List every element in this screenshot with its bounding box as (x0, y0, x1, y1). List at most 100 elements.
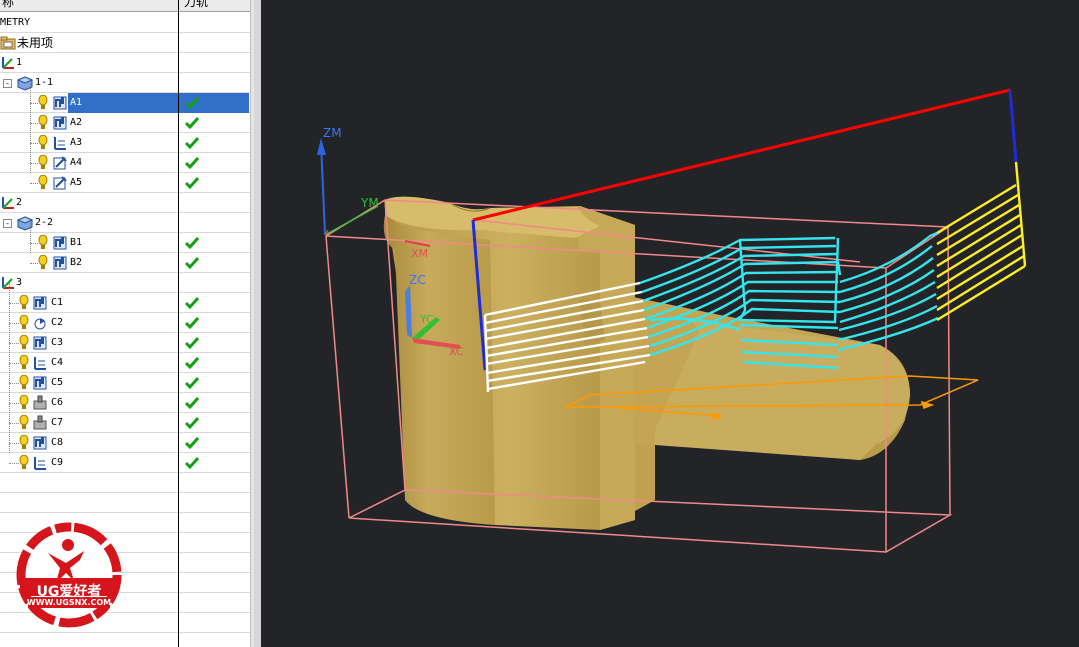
tree-row-c2[interactable]: C2 (0, 313, 250, 333)
zlevel-icon (32, 355, 48, 371)
mcs-icon (0, 275, 16, 291)
tree-connector (30, 223, 31, 253)
contour-icon (52, 175, 68, 191)
cavity-icon (32, 375, 48, 391)
xm-label: XM (411, 247, 428, 260)
navigator-header: 称 刀轨 (0, 0, 250, 12)
visibility-bulb-icon[interactable] (19, 354, 29, 371)
visibility-bulb-icon[interactable] (38, 114, 48, 131)
cavity-icon (52, 235, 68, 251)
toolpath-ok-icon (184, 355, 200, 371)
tree-row-label: 1 (16, 57, 23, 68)
toolpath-ok-icon (184, 255, 200, 271)
column-header-name[interactable]: 称 (2, 0, 14, 11)
tree-row-label: B1 (70, 237, 83, 248)
ugsnx-logo: UG爱好者 WWW.UGSNX.COM (10, 515, 128, 635)
visibility-bulb-icon[interactable] (19, 414, 29, 431)
tree-connector (30, 83, 31, 173)
tree-row-label: A4 (70, 157, 83, 168)
tree-row-c9[interactable]: C9 (0, 453, 250, 473)
toolpath-ok-icon (184, 155, 200, 171)
tree-row-label: C7 (51, 417, 64, 428)
contour-icon (52, 155, 68, 171)
visibility-bulb-icon[interactable] (38, 174, 48, 191)
visibility-bulb-icon[interactable] (19, 394, 29, 411)
toolpath-ok-icon (184, 435, 200, 451)
tree-row-c3[interactable]: C3 (0, 333, 250, 353)
tree-row-c5[interactable]: C5 (0, 373, 250, 393)
zm-axis-triad (317, 138, 379, 236)
tree-row-label: C8 (51, 437, 64, 448)
tree-row-geometry[interactable]: METRY (0, 13, 250, 33)
empty-row (0, 473, 250, 493)
graphics-viewport[interactable]: ZM YM XM ZC YC XC (261, 0, 1079, 647)
tree-row-a3[interactable]: A3 (0, 133, 250, 153)
tree-row-label: C6 (51, 397, 64, 408)
mcs-icon (0, 195, 16, 211)
zc-label: ZC (409, 273, 426, 287)
zlevel-icon (32, 455, 48, 471)
visibility-bulb-icon[interactable] (38, 254, 48, 271)
folder-icon (0, 35, 16, 51)
toolpath-ok-icon (184, 455, 200, 471)
tree-row-g1[interactable]: 1 (0, 53, 250, 73)
tree-row-a4[interactable]: A4 (0, 153, 250, 173)
visibility-bulb-icon[interactable] (38, 134, 48, 151)
visibility-bulb-icon[interactable] (19, 374, 29, 391)
tree-row-c6[interactable]: C6 (0, 393, 250, 413)
toolpath-ok-icon (184, 415, 200, 431)
visibility-bulb-icon[interactable] (19, 334, 29, 351)
tree-row-c4[interactable]: C4 (0, 353, 250, 373)
visibility-bulb-icon[interactable] (38, 154, 48, 171)
tree-row-g1-1[interactable]: - 1-1 (0, 73, 250, 93)
tree-row-label: 3 (16, 277, 23, 288)
logo-url-text: WWW.UGSNX.COM (26, 598, 112, 607)
tree-row-c8[interactable]: C8 (0, 433, 250, 453)
tree-row-a2[interactable]: A2 (0, 113, 250, 133)
cavity-icon (52, 255, 68, 271)
tree-row-g2-2[interactable]: - 2-2 (0, 213, 250, 233)
toolpath-ok-icon (184, 375, 200, 391)
tree-row-c7[interactable]: C7 (0, 413, 250, 433)
column-header-toolpath[interactable]: 刀轨 (184, 0, 208, 11)
ym-label: YM (360, 196, 379, 210)
cavity-icon (32, 435, 48, 451)
visibility-bulb-icon[interactable] (19, 454, 29, 471)
tree-row-c1[interactable]: C1 (0, 293, 250, 313)
mill-icon (32, 415, 48, 431)
tree-row-g2[interactable]: 2 (0, 193, 250, 213)
tree-row-label: 未用项 (17, 36, 54, 50)
visibility-bulb-icon[interactable] (38, 94, 48, 111)
tree-row-a5[interactable]: A5 (0, 173, 250, 193)
tree-row-label: C2 (51, 317, 64, 328)
tree-row-label: A5 (70, 177, 83, 188)
planar-icon (32, 315, 48, 331)
empty-row (0, 493, 250, 513)
collapse-toggle[interactable]: - (3, 219, 12, 228)
yc-label: YC (419, 313, 434, 326)
collapse-toggle[interactable]: - (3, 79, 12, 88)
tree-row-label: C5 (51, 377, 64, 388)
tree-row-unused[interactable]: 未用项 (0, 33, 250, 53)
visibility-bulb-icon[interactable] (38, 234, 48, 251)
column-divider (178, 0, 179, 647)
tree-row-a1[interactable]: A1 (0, 93, 250, 113)
mill-icon (32, 395, 48, 411)
cavity-icon (32, 295, 48, 311)
scene-svg: ZM YM XM ZC YC XC (317, 88, 1027, 553)
tree-row-label: A3 (70, 137, 83, 148)
visibility-bulb-icon[interactable] (19, 314, 29, 331)
toolpath-ok-icon (184, 335, 200, 351)
tree-row-b2[interactable]: B2 (0, 253, 250, 273)
cavity-icon (32, 335, 48, 351)
mcs-icon (0, 55, 16, 71)
tree-connector (9, 283, 10, 453)
visibility-bulb-icon[interactable] (19, 434, 29, 451)
visibility-bulb-icon[interactable] (19, 294, 29, 311)
tree-row-label: 2-2 (35, 217, 54, 228)
tree-row-label: C3 (51, 337, 64, 348)
tree-row-b1[interactable]: B1 (0, 233, 250, 253)
tree-row-label: B2 (70, 257, 83, 268)
tree-row-g3[interactable]: 3 (0, 273, 250, 293)
empty-row (0, 633, 250, 647)
